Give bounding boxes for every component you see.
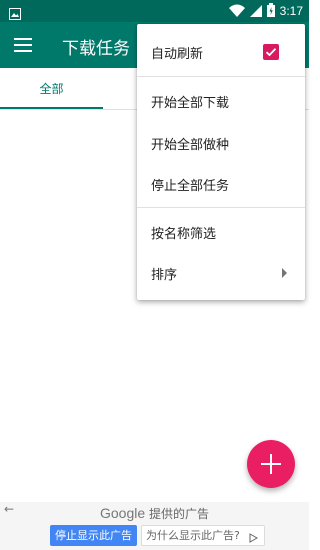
menu-item-label: 排序 <box>151 267 178 283</box>
menu-item-start-all-seeding[interactable]: 开始全部做种 <box>137 123 305 163</box>
ad-provided-text: 提供的广告 <box>148 507 209 521</box>
menu-divider <box>137 207 305 208</box>
submenu-arrow-icon <box>282 268 287 278</box>
stop-showing-ad-button[interactable]: 停止显示此广告 <box>50 525 137 546</box>
page-title: 下载任务 <box>62 39 130 59</box>
ad-attribution: Google 提供的广告 <box>0 505 309 522</box>
menu-item-filter-by-name[interactable]: 按名称筛选 <box>137 212 305 252</box>
wifi-icon <box>228 2 245 21</box>
status-time: 3:17 <box>279 4 303 18</box>
menu-item-start-all-downloads[interactable]: 开始全部下载 <box>137 81 305 121</box>
tab-all[interactable]: 全部 <box>0 68 103 110</box>
why-this-ad-button[interactable]: 为什么显示此广告? <box>141 525 265 546</box>
checkbox-checked-icon[interactable] <box>263 44 279 60</box>
battery-charging-icon <box>266 2 275 21</box>
menu-item-label: 开始全部做种 <box>151 137 230 153</box>
signal-icon <box>249 2 262 21</box>
menu-item-label: 停止全部任务 <box>151 178 230 194</box>
adchoices-icon <box>249 530 259 549</box>
menu-divider <box>137 76 305 77</box>
add-task-button[interactable] <box>247 440 295 488</box>
menu-item-label: 开始全部下载 <box>151 95 230 111</box>
menu-item-auto-refresh[interactable]: 自动刷新 <box>137 32 305 72</box>
status-bar: 3:17 <box>0 0 309 22</box>
ad-banner: ← Google 提供的广告 停止显示此广告 为什么显示此广告? <box>0 502 309 550</box>
google-brand: Google <box>100 505 146 521</box>
menu-item-stop-all-tasks[interactable]: 停止全部任务 <box>137 164 305 204</box>
menu-item-label: 自动刷新 <box>151 46 204 62</box>
menu-item-label: 按名称筛选 <box>151 226 217 242</box>
why-this-ad-label: 为什么显示此广告? <box>146 529 240 542</box>
overflow-menu: 自动刷新 开始全部下载 开始全部做种 停止全部任务 按名称筛选 排序 <box>137 24 305 300</box>
menu-item-sort[interactable]: 排序 <box>137 253 305 293</box>
hamburger-menu-icon[interactable] <box>14 38 32 52</box>
